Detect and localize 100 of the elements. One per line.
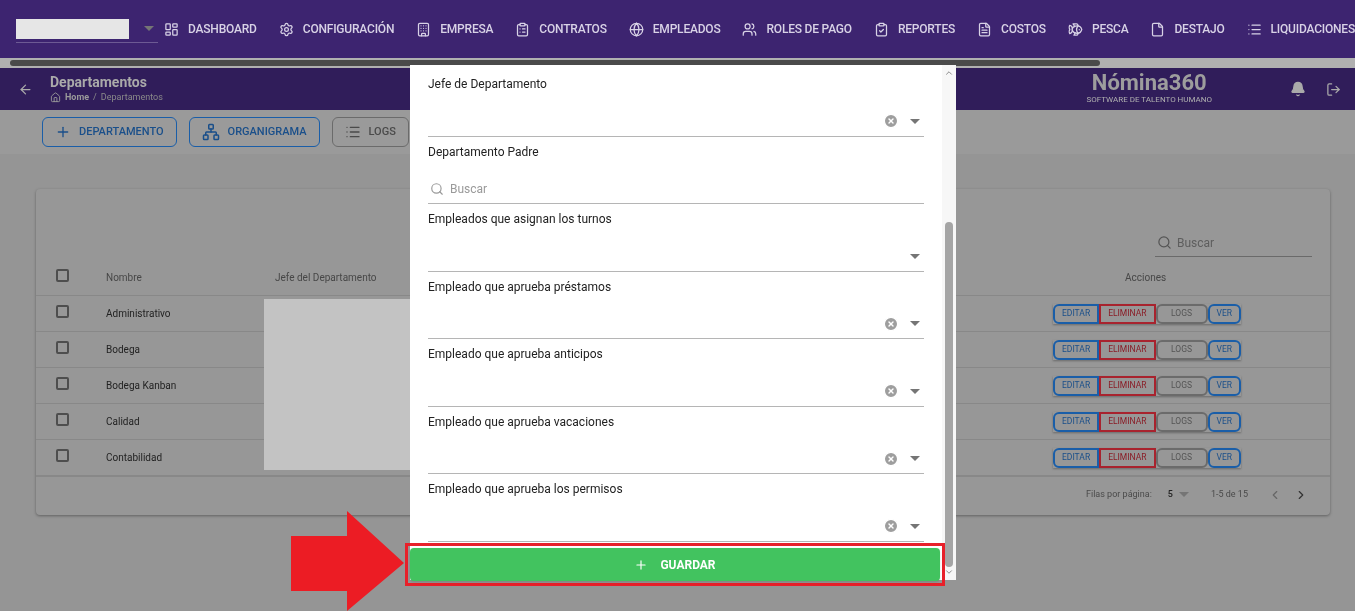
page-title: Departamentos <box>50 73 148 91</box>
document-icon <box>1150 21 1166 37</box>
row-action-button[interactable]: VER <box>1207 375 1241 396</box>
row-action-button[interactable]: ELIMINAR <box>1099 303 1156 324</box>
home-icon <box>50 92 61 103</box>
checkbox[interactable] <box>56 377 69 390</box>
list-icon <box>1246 21 1262 37</box>
scroll-down-icon[interactable] <box>944 567 954 577</box>
nav-item[interactable]: DASHBOARD <box>164 20 257 38</box>
globe-icon <box>628 21 644 37</box>
row-action-button[interactable]: LOGS <box>1155 447 1208 468</box>
row-action-button[interactable]: EDITAR <box>1053 411 1100 432</box>
nav-item[interactable]: CONTRATOS <box>515 20 607 38</box>
row-action-button[interactable]: VER <box>1207 303 1241 324</box>
logo: Nómina360 <box>1091 72 1207 94</box>
field-label: Departamento Padre <box>428 143 540 161</box>
nav-item[interactable]: ROLES DE PAGO <box>742 20 852 38</box>
toolbar-button[interactable]: DEPARTAMENTO <box>42 117 177 147</box>
rows-per-page-label: Filas por página: <box>1086 487 1152 501</box>
caret-icon <box>910 388 920 394</box>
breadcrumb-separator: / <box>93 90 97 104</box>
nav-item[interactable]: CONFIGURACIÓN <box>278 20 395 38</box>
caret-icon <box>1178 492 1189 497</box>
table-cell-text: Bodega Kanban <box>106 379 178 393</box>
row-action-button[interactable]: EDITAR <box>1053 447 1100 468</box>
row-action-button[interactable]: EDITAR <box>1053 339 1100 360</box>
clear-icon[interactable] <box>883 113 899 129</box>
toolbar-button[interactable]: LOGS <box>331 117 409 147</box>
breadcrumb-link[interactable]: Home <box>65 90 90 105</box>
table-cell-text: Contabilidad <box>106 451 164 465</box>
row-action-button[interactable]: ELIMINAR <box>1099 447 1156 468</box>
rows-per-page-select[interactable]: 5 <box>1167 487 1189 502</box>
plus-icon <box>634 557 649 572</box>
list-icon <box>344 124 361 140</box>
save-button[interactable]: GUARDAR <box>410 548 940 581</box>
scrollbar-thumb[interactable] <box>10 60 1100 66</box>
column-header: Jefe del Departamento <box>275 270 378 285</box>
clear-icon[interactable] <box>883 315 899 332</box>
scroll-up-icon[interactable] <box>944 68 954 78</box>
row-action-button[interactable]: EDITAR <box>1053 303 1100 324</box>
nav-item[interactable]: REPORTES <box>873 20 956 38</box>
column-header: Nombre <box>106 270 143 285</box>
table-cell-text: Calidad <box>106 415 141 429</box>
nav-item[interactable]: LIQUIDACIONES <box>1246 20 1355 38</box>
clear-icon[interactable] <box>883 518 899 534</box>
caret-icon <box>910 253 920 259</box>
checkbox[interactable] <box>56 341 69 354</box>
field-label: Empleado que aprueba vacaciones <box>428 413 616 431</box>
org-chart-icon <box>201 123 220 141</box>
checkbox[interactable] <box>56 268 69 282</box>
field-label: Empleados que asignan los turnos <box>428 211 613 228</box>
scrollbar-thumb[interactable] <box>945 222 953 567</box>
row-action-button[interactable]: LOGS <box>1155 411 1208 432</box>
search-field[interactable]: Buscar <box>428 174 924 204</box>
nav-item[interactable]: EMPLEADOS <box>628 20 721 38</box>
building-icon <box>416 21 432 37</box>
nav-item[interactable]: PESCA <box>1067 20 1129 38</box>
search-icon <box>430 181 444 196</box>
dashboard-icon <box>164 21 180 37</box>
caret-icon <box>910 523 920 529</box>
fish-icon <box>1067 21 1083 37</box>
plus-icon <box>55 124 71 140</box>
caret-icon <box>144 26 155 31</box>
toolbar-button[interactable]: ORGANIGRAMA <box>188 117 320 147</box>
caret-icon <box>910 118 920 124</box>
row-action-button[interactable]: LOGS <box>1155 375 1208 396</box>
row-action-button[interactable]: LOGS <box>1155 339 1208 360</box>
pagination-range: 1-5 de 15 <box>1210 487 1248 501</box>
row-action-button[interactable]: ELIMINAR <box>1099 411 1156 432</box>
clear-icon[interactable] <box>883 450 899 467</box>
bell-icon[interactable] <box>1290 81 1306 97</box>
table-cell-text: Administrativo <box>106 307 172 321</box>
row-action-button[interactable]: ELIMINAR <box>1099 375 1156 396</box>
search-icon <box>1157 235 1172 250</box>
row-action-button[interactable]: LOGS <box>1155 303 1208 324</box>
people-icon <box>742 21 758 37</box>
field-label: Empleado que aprueba préstamos <box>428 278 613 296</box>
nav-item[interactable]: DESTAJO <box>1150 20 1225 38</box>
nav-item[interactable]: COSTOS <box>977 20 1046 38</box>
logo-tagline: SOFTWARE DE TALENTO HUMANO <box>1086 94 1212 106</box>
row-action-button[interactable]: VER <box>1207 447 1241 468</box>
row-action-button[interactable]: VER <box>1207 411 1241 432</box>
logout-icon[interactable] <box>1326 81 1341 97</box>
caret-icon <box>910 321 920 326</box>
checkbox[interactable] <box>56 305 69 318</box>
clipboard-icon <box>873 21 889 37</box>
table-cell-text: Bodega <box>106 343 141 357</box>
nav-item[interactable]: EMPRESA <box>416 20 494 38</box>
field-label: Empleado que aprueba anticipos <box>428 346 604 363</box>
field-label: Empleado que aprueba los permisos <box>428 481 624 498</box>
checkbox[interactable] <box>56 413 69 426</box>
clear-icon[interactable] <box>883 383 899 399</box>
row-action-button[interactable]: VER <box>1207 339 1241 360</box>
caret-icon <box>910 456 920 461</box>
document-icon <box>977 21 993 37</box>
checkbox[interactable] <box>56 449 69 462</box>
row-action-button[interactable]: ELIMINAR <box>1099 339 1156 360</box>
field-label: Jefe de Departamento <box>428 76 548 93</box>
row-action-button[interactable]: EDITAR <box>1053 375 1100 396</box>
search-field[interactable]: Buscar <box>1155 229 1312 257</box>
